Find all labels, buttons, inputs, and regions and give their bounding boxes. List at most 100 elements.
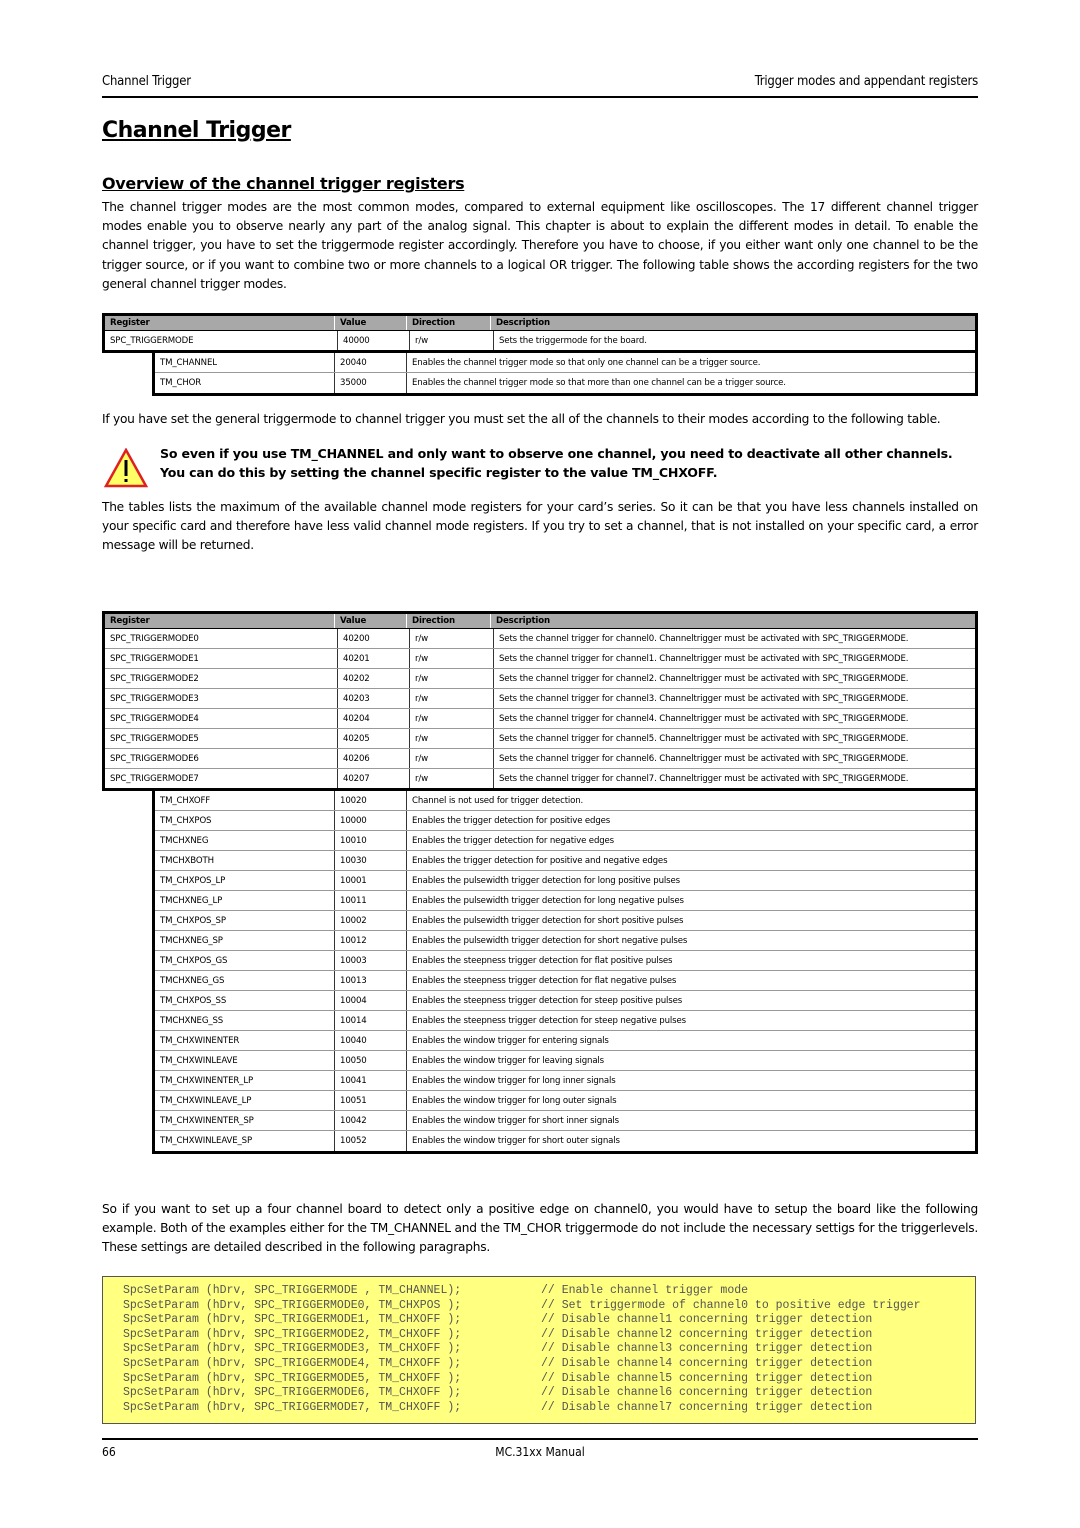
value-cell: 40200	[338, 629, 410, 648]
table-row: TMCHXNEG_SP 10012 Enables the pulsewidth t…	[155, 931, 975, 951]
section-title: Overview of the channel trigger register…	[102, 174, 465, 193]
direction-cell: r/w	[410, 669, 494, 688]
code-statement: SpcSetParam (hDrv, SPC_TRIGGERMODE7, TM_…	[123, 1400, 462, 1414]
table-row: SPC_TRIGGERMODE2 40202 r/w Sets the channel…	[105, 669, 975, 689]
description-cell: Channel is not used for trigger detectio…	[412, 795, 584, 806]
register-cell: SPC_TRIGGERMODE	[105, 331, 338, 350]
register-cell: TM_CHXPOS_SS	[155, 991, 335, 1010]
table-row: TM_CHXPOS_SS 10004 Enables the steepness t…	[155, 991, 975, 1011]
value-cell: 10014	[335, 1011, 407, 1030]
code-comment: // Disable channel7 concerning trigger d…	[541, 1400, 873, 1414]
description-cell: Enables the trigger detection for positi…	[412, 855, 668, 866]
value-cell: 10041	[335, 1071, 407, 1090]
register-cell: SPC_TRIGGERMODE3	[105, 689, 338, 708]
table-row: SPC_TRIGGERMODE4 40204 r/w Sets the channel…	[105, 709, 975, 729]
manual-title: MC.31xx Manual	[495, 1445, 585, 1459]
value-cell: 10042	[335, 1111, 407, 1130]
description-cell: Enables the pulsewidth trigger detection…	[412, 935, 688, 946]
value-cell: 10052	[335, 1131, 407, 1151]
warning-text: So even if you use TM_CHANNEL and only w…	[160, 446, 953, 480]
code-comment: // Disable channel2 concerning trigger d…	[541, 1327, 873, 1341]
direction-cell: r/w	[410, 331, 494, 350]
header-direction: Direction	[407, 316, 491, 330]
header-description: Description	[496, 318, 550, 328]
table-row: SPC_TRIGGERMODE 40000 r/w Sets the triggerm…	[105, 331, 975, 353]
table-row: TMCHXNEG_GS 10013 Enables the steepness tr…	[155, 971, 975, 991]
code-line: SpcSetParam (hDrv, SPC_TRIGGERMODE , TM_…	[103, 1284, 977, 1299]
value-cell: 10000	[335, 811, 407, 830]
register-cell: TM_CHXWINENTER_SP	[155, 1111, 335, 1130]
code-statement: SpcSetParam (hDrv, SPC_TRIGGERMODE2, TM_…	[123, 1327, 462, 1341]
register-cell: TMCHXBOTH	[155, 851, 335, 870]
value-cell: 40205	[338, 729, 410, 748]
code-line: SpcSetParam (hDrv, SPC_TRIGGERMODE1, TM_…	[103, 1313, 977, 1328]
table-main-rows: SPC_TRIGGERMODE 40000 r/w Sets the triggerm…	[102, 331, 978, 353]
value-cell: 10004	[335, 991, 407, 1010]
code-line: SpcSetParam (hDrv, SPC_TRIGGERMODE7, TM_…	[103, 1401, 977, 1416]
description-cell: Sets the channel trigger for channel1. C…	[499, 653, 909, 664]
value-cell: 40206	[338, 749, 410, 768]
direction-cell: r/w	[410, 709, 494, 728]
code-line: SpcSetParam (hDrv, SPC_TRIGGERMODE6, TM_…	[103, 1386, 977, 1401]
header-description: Description	[496, 616, 550, 626]
table-row: SPC_TRIGGERMODE3 40203 r/w Sets the channel…	[105, 689, 975, 709]
table-row: TM_CHXWINLEAVE 10050 Enables the window tr…	[155, 1051, 975, 1071]
code-statement: SpcSetParam (hDrv, SPC_TRIGGERMODE0, TM_…	[123, 1298, 462, 1312]
footer-rule	[102, 1438, 978, 1440]
description-cell: Enables the pulsewidth trigger detection…	[412, 895, 684, 906]
code-line: SpcSetParam (hDrv, SPC_TRIGGERMODE3, TM_…	[103, 1342, 977, 1357]
value-cell: 10013	[335, 971, 407, 990]
direction-cell: r/w	[410, 769, 494, 788]
register-cell: SPC_TRIGGERMODE0	[105, 629, 338, 648]
intro-paragraph: The channel trigger modes are the most c…	[102, 200, 978, 291]
description-cell: Enables the window trigger for short inn…	[412, 1115, 619, 1126]
description-cell: Enables the pulsewidth trigger detection…	[412, 915, 684, 926]
value-cell: 10011	[335, 891, 407, 910]
header-value: Value	[335, 614, 407, 628]
table-header-row: Register Value Direction Description	[102, 313, 978, 331]
code-line: SpcSetParam (hDrv, SPC_TRIGGERMODE5, TM_…	[103, 1372, 977, 1387]
code-statement: SpcSetParam (hDrv, SPC_TRIGGERMODE5, TM_…	[123, 1371, 462, 1385]
code-statement: SpcSetParam (hDrv, SPC_TRIGGERMODE3, TM_…	[123, 1342, 462, 1356]
table-row: TM_CHXWINENTER_SP 10042 Enables the window…	[155, 1111, 975, 1131]
value-cell: 40204	[338, 709, 410, 728]
register-cell: TM_CHXPOS_GS	[155, 951, 335, 970]
description-cell: Enables the channel trigger mode so that…	[412, 357, 761, 368]
value-cell: 40202	[338, 669, 410, 688]
description-cell: Enables the window trigger for leaving s…	[412, 1055, 604, 1066]
code-example: SpcSetParam (hDrv, SPC_TRIGGERMODE , TM_…	[102, 1276, 976, 1424]
description-cell: Sets the channel trigger for channel4. C…	[499, 713, 909, 724]
value-cell: 10051	[335, 1091, 407, 1110]
register-cell: TM_CHXPOS_LP	[155, 871, 335, 890]
page-title: Channel Trigger	[102, 118, 291, 143]
value-cell: 40201	[338, 649, 410, 668]
table-row: TM_CHOR 35000 Enables the channel trigger …	[155, 373, 975, 393]
example-paragraph: So if you want to set up a four channel …	[102, 1202, 978, 1255]
description-cell: Enables the pulsewidth trigger detection…	[412, 875, 680, 886]
register-cell: TM_CHXPOS_SP	[155, 911, 335, 930]
header-value: Value	[335, 316, 407, 330]
code-statement: SpcSetParam (hDrv, SPC_TRIGGERMODE6, TM_…	[123, 1386, 462, 1400]
code-statement: SpcSetParam (hDrv, SPC_TRIGGERMODE , TM_…	[123, 1284, 462, 1297]
header-register: Register	[105, 316, 335, 330]
register-cell: TM_CHXWINLEAVE_LP	[155, 1091, 335, 1110]
register-cell: TMCHXNEG_LP	[155, 891, 335, 910]
description-cell: Enables the window trigger for long oute…	[412, 1095, 617, 1106]
register-cell: TMCHXNEG_SP	[155, 931, 335, 950]
description-cell: Enables the steepness trigger detection …	[412, 955, 673, 966]
table-row: TM_CHXWINLEAVE_LP 10051 Enables the window…	[155, 1091, 975, 1111]
code-comment: // Disable channel1 concerning trigger d…	[541, 1313, 873, 1327]
code-comment: // Disable channel6 concerning trigger d…	[541, 1386, 873, 1400]
tables-paragraph: The tables lists the maximum of the avai…	[102, 500, 978, 553]
warning-note: So even if you use TM_CHANNEL and only w…	[102, 444, 978, 494]
table-row: TM_CHXWINENTER_LP 10041 Enables the window…	[155, 1071, 975, 1091]
register-cell: TM_CHXOFF	[155, 791, 335, 810]
register-cell: SPC_TRIGGERMODE2	[105, 669, 338, 688]
header-rule	[102, 96, 978, 98]
description-cell: Enables the channel trigger mode so that…	[412, 378, 786, 388]
triggermode-table: Register Value Direction Description SPC…	[102, 313, 978, 396]
description-cell: Enables the steepness trigger detection …	[412, 975, 677, 986]
table-row: TM_CHXPOS_SP 10002 Enables the pulsewidth …	[155, 911, 975, 931]
code-line: SpcSetParam (hDrv, SPC_TRIGGERMODE0, TM_…	[103, 1299, 977, 1314]
value-cell: 40203	[338, 689, 410, 708]
